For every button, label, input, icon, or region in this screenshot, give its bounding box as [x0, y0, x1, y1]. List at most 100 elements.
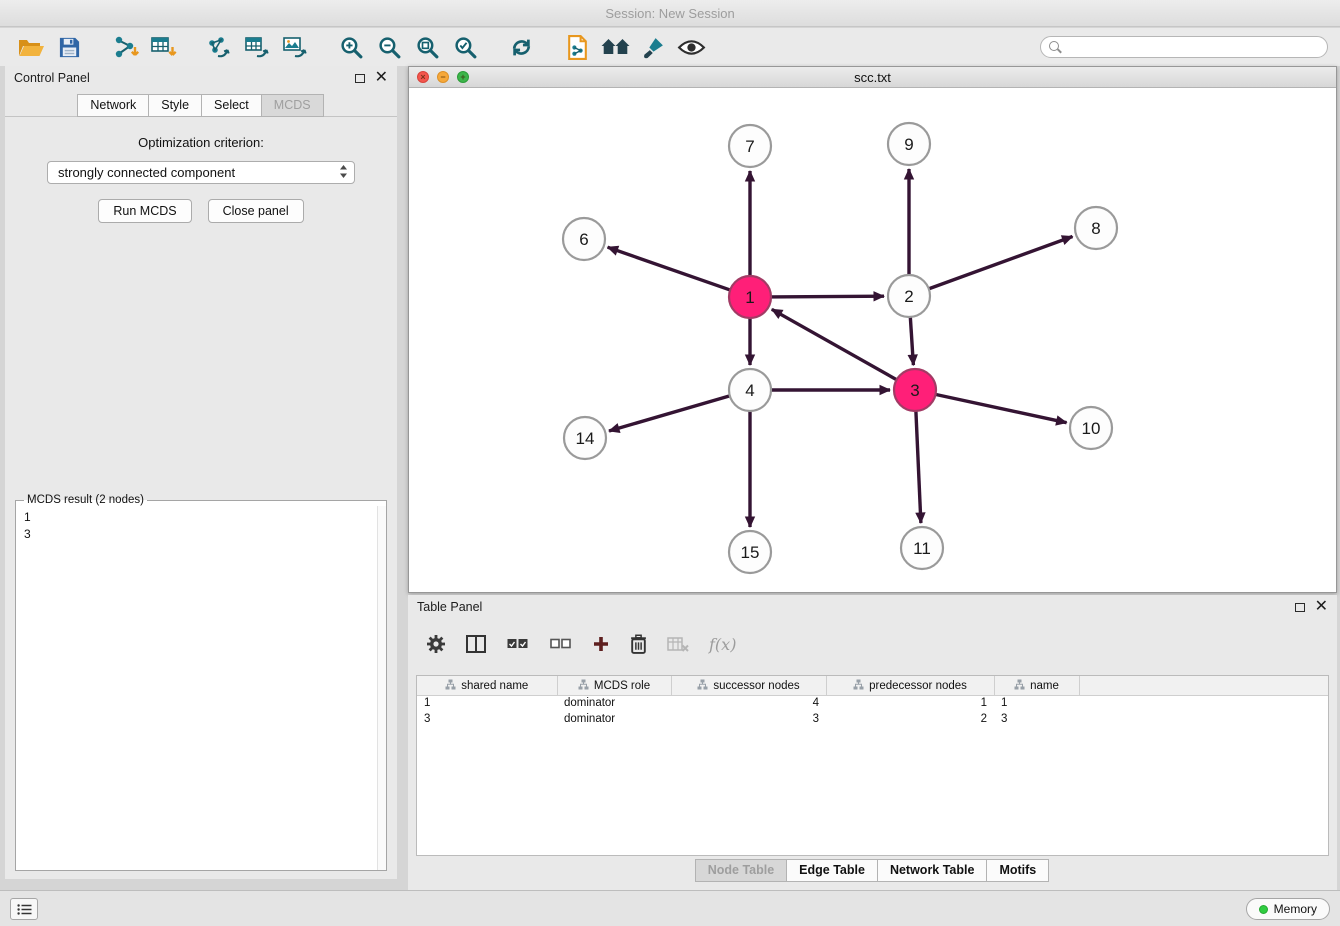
run-mcds-button[interactable]: Run MCDS — [98, 199, 191, 223]
column-header-MCDS-role[interactable]: MCDS role — [557, 676, 671, 695]
search-box[interactable] — [1040, 36, 1328, 58]
node-14[interactable]: 14 — [564, 417, 606, 459]
table-cell[interactable]: 3 — [994, 711, 1079, 727]
table-cell[interactable]: dominator — [557, 695, 671, 711]
table-cell-filler — [1079, 711, 1328, 727]
tab-network[interactable]: Network — [77, 94, 149, 117]
edge-1-2[interactable] — [769, 296, 884, 297]
table-cell[interactable]: 4 — [671, 695, 826, 711]
column-header-shared-name[interactable]: shared name — [417, 676, 557, 695]
import-network-icon[interactable] — [106, 30, 144, 64]
node-4[interactable]: 4 — [729, 369, 771, 411]
node-2[interactable]: 2 — [888, 275, 930, 317]
table-cell[interactable]: 3 — [417, 711, 557, 727]
import-table-icon[interactable] — [144, 30, 182, 64]
show-hide-eye-icon[interactable] — [672, 30, 710, 64]
node-6[interactable]: 6 — [563, 218, 605, 260]
edge-1-6[interactable] — [608, 247, 733, 291]
close-table-panel-icon[interactable]: ✕ — [1315, 602, 1328, 612]
columns-icon[interactable] — [466, 635, 486, 653]
float-panel-icon[interactable] — [355, 74, 365, 83]
control-panel-tabs: NetworkStyleSelectMCDS — [5, 94, 397, 117]
zoom-window-button[interactable]: + — [457, 71, 469, 83]
close-window-button[interactable]: × — [417, 71, 429, 83]
select-all-icon[interactable] — [506, 638, 529, 650]
svg-text:11: 11 — [913, 539, 931, 558]
edge-2-8[interactable] — [927, 237, 1073, 290]
mcds-panel-body: Optimization criterion: strongly connect… — [5, 117, 397, 223]
trash-icon[interactable] — [630, 634, 647, 654]
node-1[interactable]: 1 — [729, 276, 771, 318]
table-row[interactable]: 1dominator411 — [417, 695, 1328, 711]
network-canvas[interactable]: 7 9 6 8 1 2 4 3 14 10 15 11 — [409, 88, 1336, 592]
svg-text:15: 15 — [741, 543, 760, 562]
svg-text:9: 9 — [904, 135, 913, 154]
node-7[interactable]: 7 — [729, 125, 771, 167]
list-icon — [17, 904, 32, 915]
optimization-select[interactable]: strongly connected component — [47, 161, 355, 184]
network-window-title: scc.txt — [854, 70, 891, 85]
search-input[interactable] — [1068, 40, 1319, 54]
export-network-icon[interactable] — [200, 30, 238, 64]
svg-text:6: 6 — [579, 230, 588, 249]
refresh-layout-icon[interactable] — [502, 30, 540, 64]
save-session-icon[interactable] — [50, 30, 88, 64]
column-header-successor-nodes[interactable]: successor nodes — [671, 676, 826, 695]
table-row[interactable]: 3dominator323 — [417, 711, 1328, 727]
style-brush-icon[interactable] — [634, 30, 672, 64]
zoom-selected-icon[interactable] — [446, 30, 484, 64]
edge-2-3[interactable] — [910, 315, 913, 365]
gear-icon[interactable] — [426, 634, 446, 654]
memory-label: Memory — [1274, 902, 1317, 916]
tab-mcds[interactable]: MCDS — [261, 94, 324, 117]
table-tab-edge-table[interactable]: Edge Table — [786, 859, 878, 882]
svg-text:8: 8 — [1091, 219, 1100, 238]
unselect-all-icon[interactable] — [549, 638, 572, 650]
tab-select[interactable]: Select — [201, 94, 262, 117]
memory-button[interactable]: Memory — [1246, 898, 1330, 920]
table-tab-network-table[interactable]: Network Table — [877, 859, 988, 882]
edge-3-1[interactable] — [772, 309, 899, 380]
node-8[interactable]: 8 — [1075, 207, 1117, 249]
table-cell[interactable]: 1 — [826, 695, 994, 711]
node-11[interactable]: 11 — [901, 527, 943, 569]
tab-style[interactable]: Style — [148, 94, 202, 117]
table-cell[interactable]: 1 — [994, 695, 1079, 711]
result-scrollbar[interactable] — [377, 506, 386, 870]
node-3[interactable]: 3 — [894, 369, 936, 411]
function-builder-icon: f(x) — [709, 635, 736, 654]
add-icon[interactable] — [592, 635, 610, 653]
export-table-icon[interactable] — [238, 30, 276, 64]
edge-3-11[interactable] — [916, 409, 921, 523]
table-tab-node-table[interactable]: Node Table — [695, 859, 787, 882]
edge-4-14[interactable] — [609, 395, 732, 431]
select-arrows-icon — [339, 164, 348, 182]
status-bar: Memory — [0, 890, 1340, 926]
node-15[interactable]: 15 — [729, 531, 771, 573]
column-header-name[interactable]: name — [994, 676, 1079, 695]
zoom-in-icon[interactable] — [332, 30, 370, 64]
table-cell[interactable]: 1 — [417, 695, 557, 711]
open-network-document-icon[interactable] — [558, 30, 596, 64]
close-panel-button[interactable]: Close panel — [208, 199, 304, 223]
table-cell[interactable]: 3 — [671, 711, 826, 727]
control-panel-header: Control Panel ✕ — [5, 66, 397, 90]
zoom-out-icon[interactable] — [370, 30, 408, 64]
edge-3-10[interactable] — [934, 394, 1067, 423]
table-panel-title: Table Panel — [417, 600, 482, 614]
table-cell[interactable]: dominator — [557, 711, 671, 727]
network-window-titlebar[interactable]: × − + scc.txt — [409, 67, 1336, 88]
zoom-fit-icon[interactable] — [408, 30, 446, 64]
table-cell[interactable]: 2 — [826, 711, 994, 727]
minimize-window-button[interactable]: − — [437, 71, 449, 83]
column-header-predecessor-nodes[interactable]: predecessor nodes — [826, 676, 994, 695]
task-history-button[interactable] — [10, 898, 38, 920]
export-image-icon[interactable] — [276, 30, 314, 64]
close-panel-icon[interactable]: ✕ — [375, 73, 388, 83]
show-overview-icon[interactable] — [596, 30, 634, 64]
node-10[interactable]: 10 — [1070, 407, 1112, 449]
node-9[interactable]: 9 — [888, 123, 930, 165]
open-session-icon[interactable] — [12, 30, 50, 64]
table-tab-motifs[interactable]: Motifs — [986, 859, 1049, 882]
float-table-panel-icon[interactable] — [1295, 603, 1305, 612]
